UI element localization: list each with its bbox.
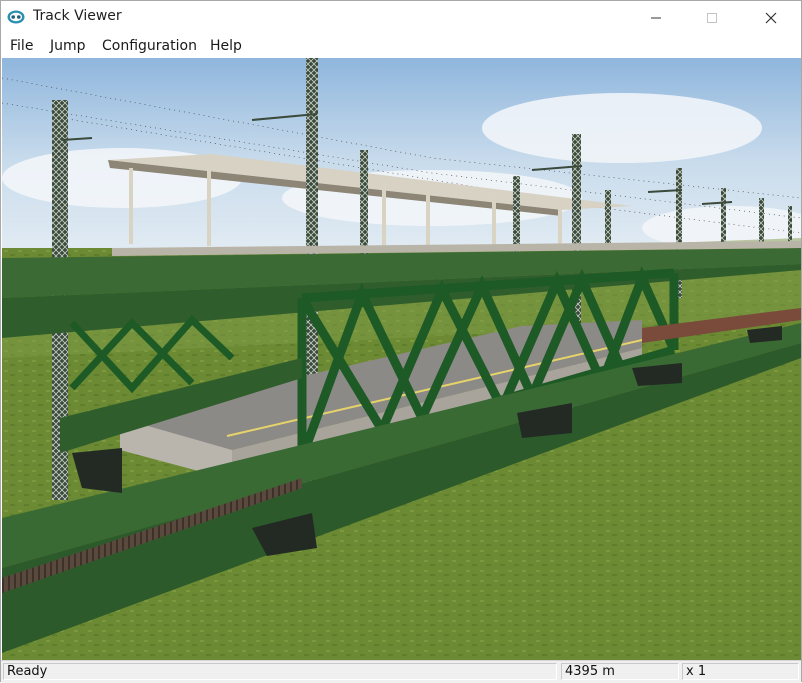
train-viewer-icon [7,10,25,24]
status-distance: 4395 m [561,663,679,680]
minimize-icon [651,17,661,18]
status-speed-multiplier: x 1 [682,663,799,680]
track-3d-viewport[interactable] [2,58,801,660]
window-title: Track Viewer [33,8,122,24]
status-bar: Ready 4395 m x 1 [1,660,801,683]
menu-bar: File Jump Configuration Help [1,34,801,58]
minimize-button[interactable] [633,1,679,34]
close-button[interactable] [748,1,794,34]
menu-jump[interactable]: Jump [50,38,86,54]
maximize-button[interactable] [689,1,735,34]
status-message: Ready [3,663,557,680]
title-bar[interactable]: Track Viewer [1,1,801,34]
close-icon [765,12,777,23]
menu-file[interactable]: File [10,38,33,54]
railway-bridge-scene [2,58,801,660]
menu-configuration[interactable]: Configuration [102,38,197,54]
app-window: Track Viewer File Jump Configuration Hel… [0,0,802,683]
menu-help[interactable]: Help [210,38,242,54]
maximize-icon [707,12,717,23]
